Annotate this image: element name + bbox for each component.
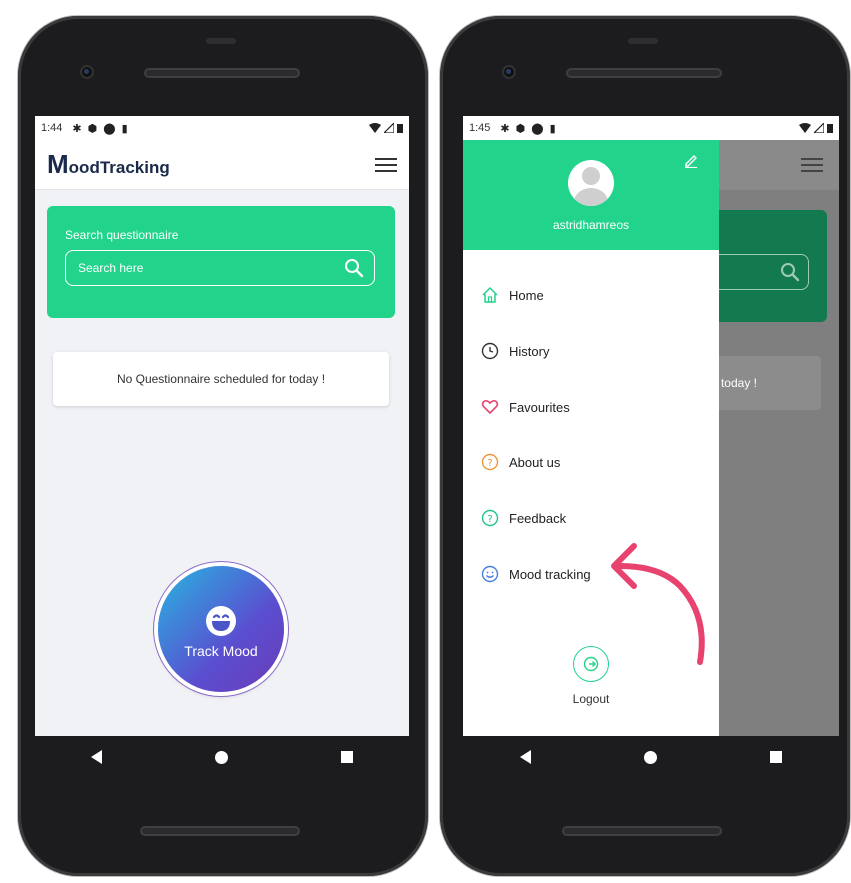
track-mood-label: Track Mood xyxy=(184,643,258,659)
drawer-item-label: History xyxy=(509,343,550,359)
drawer-item-home[interactable]: Home xyxy=(481,286,544,304)
drawer-item-label: Favourites xyxy=(509,399,570,415)
home-nav-icon[interactable] xyxy=(643,750,657,764)
status-system-icons xyxy=(369,123,403,133)
status-notification-icons: ✱ ⬢ ⬤ ▮ xyxy=(72,122,127,135)
search-input[interactable] xyxy=(76,260,344,276)
svg-text:?: ? xyxy=(487,514,492,525)
recents-icon[interactable] xyxy=(770,751,783,763)
status-bar: 1:44 ✱ ⬢ ⬤ ▮ xyxy=(35,116,409,140)
recents-icon[interactable] xyxy=(340,751,353,763)
phone-left: 1:44 ✱ ⬢ ⬤ ▮ M oodTracking Search questi… xyxy=(18,16,428,876)
wifi-icon xyxy=(369,123,381,133)
signal-icon xyxy=(384,123,394,133)
avatar[interactable] xyxy=(568,160,614,206)
search-icon xyxy=(781,263,800,282)
search-label: Search questionnaire xyxy=(65,228,179,242)
laughing-face-icon xyxy=(206,606,236,636)
android-nav-bar xyxy=(35,736,409,778)
sim-icon: ▮ xyxy=(549,122,556,135)
bottom-speaker xyxy=(140,826,300,836)
dimmed-empty-message: today ! xyxy=(720,376,757,390)
front-camera xyxy=(502,65,516,79)
status-time: 1:44 xyxy=(41,122,63,134)
clock-icon xyxy=(481,342,499,360)
back-icon[interactable] xyxy=(91,750,103,764)
status-bar: 1:45 ✱ ⬢ ⬤ ▮ xyxy=(463,116,839,140)
svg-text:?: ? xyxy=(487,458,492,469)
menu-icon xyxy=(801,158,823,172)
bottom-speaker xyxy=(562,826,722,836)
app-bar: M oodTracking xyxy=(35,140,409,190)
screen-home: 1:44 ✱ ⬢ ⬤ ▮ M oodTracking Search questi… xyxy=(35,116,409,736)
app-logo: M oodTracking xyxy=(47,149,170,180)
shield-icon: ⬢ xyxy=(87,122,98,135)
settings-icon: ✱ xyxy=(500,122,510,135)
earpiece-speaker xyxy=(144,68,300,78)
drawer-header: astridhamreos xyxy=(463,140,719,250)
search-box[interactable] xyxy=(65,250,375,286)
phone-right: 1:45 ✱ ⬢ ⬤ ▮ today ! astridhamreos Home … xyxy=(440,16,850,876)
settings-icon: ✱ xyxy=(72,122,82,135)
drawer-item-history[interactable]: History xyxy=(481,342,549,360)
question-icon: ? xyxy=(481,509,499,527)
edit-icon[interactable] xyxy=(683,152,699,168)
phone-top-slot xyxy=(206,38,236,44)
status-system-icons xyxy=(799,123,833,133)
drawer-item-mood-tracking[interactable]: Mood tracking xyxy=(481,565,591,583)
empty-questionnaire-card: No Questionnaire scheduled for today ! xyxy=(53,352,389,406)
sim-icon: ▮ xyxy=(121,122,128,135)
empty-message: No Questionnaire scheduled for today ! xyxy=(116,372,326,386)
logo-text: oodTracking xyxy=(68,158,170,177)
heart-icon xyxy=(481,400,499,415)
search-icon[interactable] xyxy=(344,258,364,278)
home-nav-icon[interactable] xyxy=(214,750,228,764)
drawer-item-feedback[interactable]: ? Feedback xyxy=(481,509,566,527)
drawer-item-label: Feedback xyxy=(509,510,567,526)
drawer-item-about-us[interactable]: ? About us xyxy=(481,453,560,471)
earpiece-speaker xyxy=(566,68,722,78)
status-notification-icons: ✱ ⬢ ⬤ ▮ xyxy=(500,122,555,135)
search-card: Search questionnaire xyxy=(47,206,395,318)
drawer-item-label: Home xyxy=(509,287,544,303)
signal-icon xyxy=(814,123,824,133)
logout-label: Logout xyxy=(572,692,610,706)
drawer-item-favourites[interactable]: Favourites xyxy=(481,398,570,416)
phone-top-slot xyxy=(628,38,658,44)
back-icon[interactable] xyxy=(519,750,531,764)
battery-icon xyxy=(397,124,403,133)
menu-icon[interactable] xyxy=(375,157,397,172)
android-nav-bar xyxy=(463,736,839,778)
drawer-item-label: Mood tracking xyxy=(509,566,591,582)
home-icon xyxy=(482,286,498,303)
circle-icon: ⬤ xyxy=(103,122,116,135)
question-icon: ? xyxy=(481,453,499,471)
annotation-arrow-icon xyxy=(611,543,705,665)
username: astridhamreos xyxy=(552,218,630,232)
wifi-icon xyxy=(799,123,811,133)
circle-icon: ⬤ xyxy=(531,122,544,135)
front-camera xyxy=(80,65,94,79)
smiley-icon xyxy=(481,565,499,583)
track-mood-button[interactable]: Track Mood xyxy=(158,566,284,692)
status-time: 1:45 xyxy=(469,122,491,134)
drawer-item-label: About us xyxy=(509,454,561,470)
battery-icon xyxy=(827,124,833,133)
shield-icon: ⬢ xyxy=(515,122,526,135)
logo-initial: M xyxy=(47,149,69,179)
